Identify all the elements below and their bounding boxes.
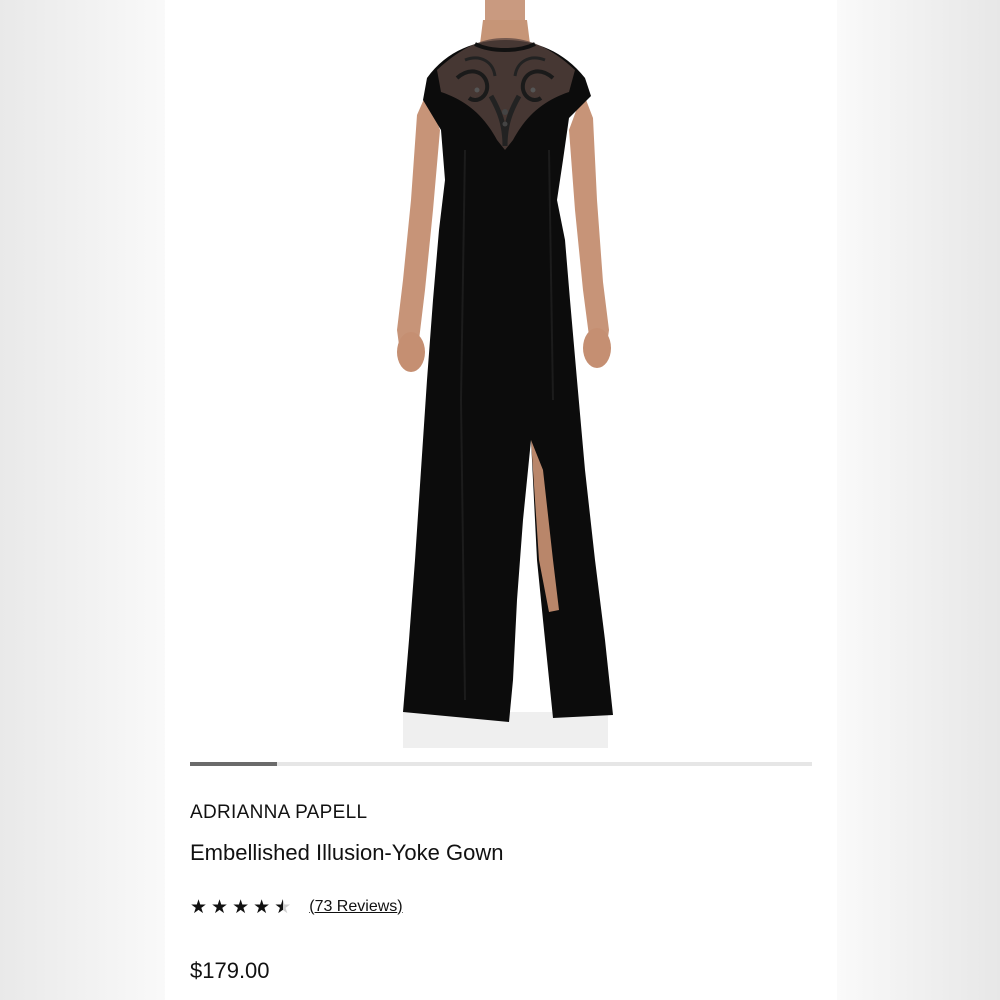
star-half-icon: ★	[274, 898, 291, 917]
left-blurred-backdrop	[0, 0, 170, 1000]
rating-row: ★★★★★ (73 Reviews)	[190, 895, 403, 919]
product-title: Embellished Illusion-Yoke Gown	[190, 840, 504, 865]
brand-name[interactable]: ADRIANNA PAPELL	[190, 802, 367, 824]
star-icon: ★	[190, 896, 208, 918]
star-icon: ★	[211, 896, 229, 918]
carousel-progress-fill	[190, 762, 278, 766]
image-carousel-progress[interactable]	[190, 762, 812, 766]
product-price: $179.00	[190, 958, 270, 983]
product-card: ADRIANNA PAPELL Embellished Illusion-Yok…	[165, 0, 837, 1000]
star-icon: ★	[232, 896, 250, 918]
screenshot-stage: ADRIANNA PAPELL Embellished Illusion-Yok…	[0, 0, 1000, 1000]
gown-illustration	[397, 0, 613, 748]
star-rating: ★ ★ ★ ★ ★	[190, 898, 295, 917]
product-image[interactable]	[165, 0, 837, 750]
reviews-count-text: 73 Reviews	[314, 898, 398, 915]
star-icon: ★	[253, 896, 271, 918]
reviews-link[interactable]: (73 Reviews)	[309, 898, 402, 916]
right-blurred-backdrop	[835, 0, 1000, 1000]
